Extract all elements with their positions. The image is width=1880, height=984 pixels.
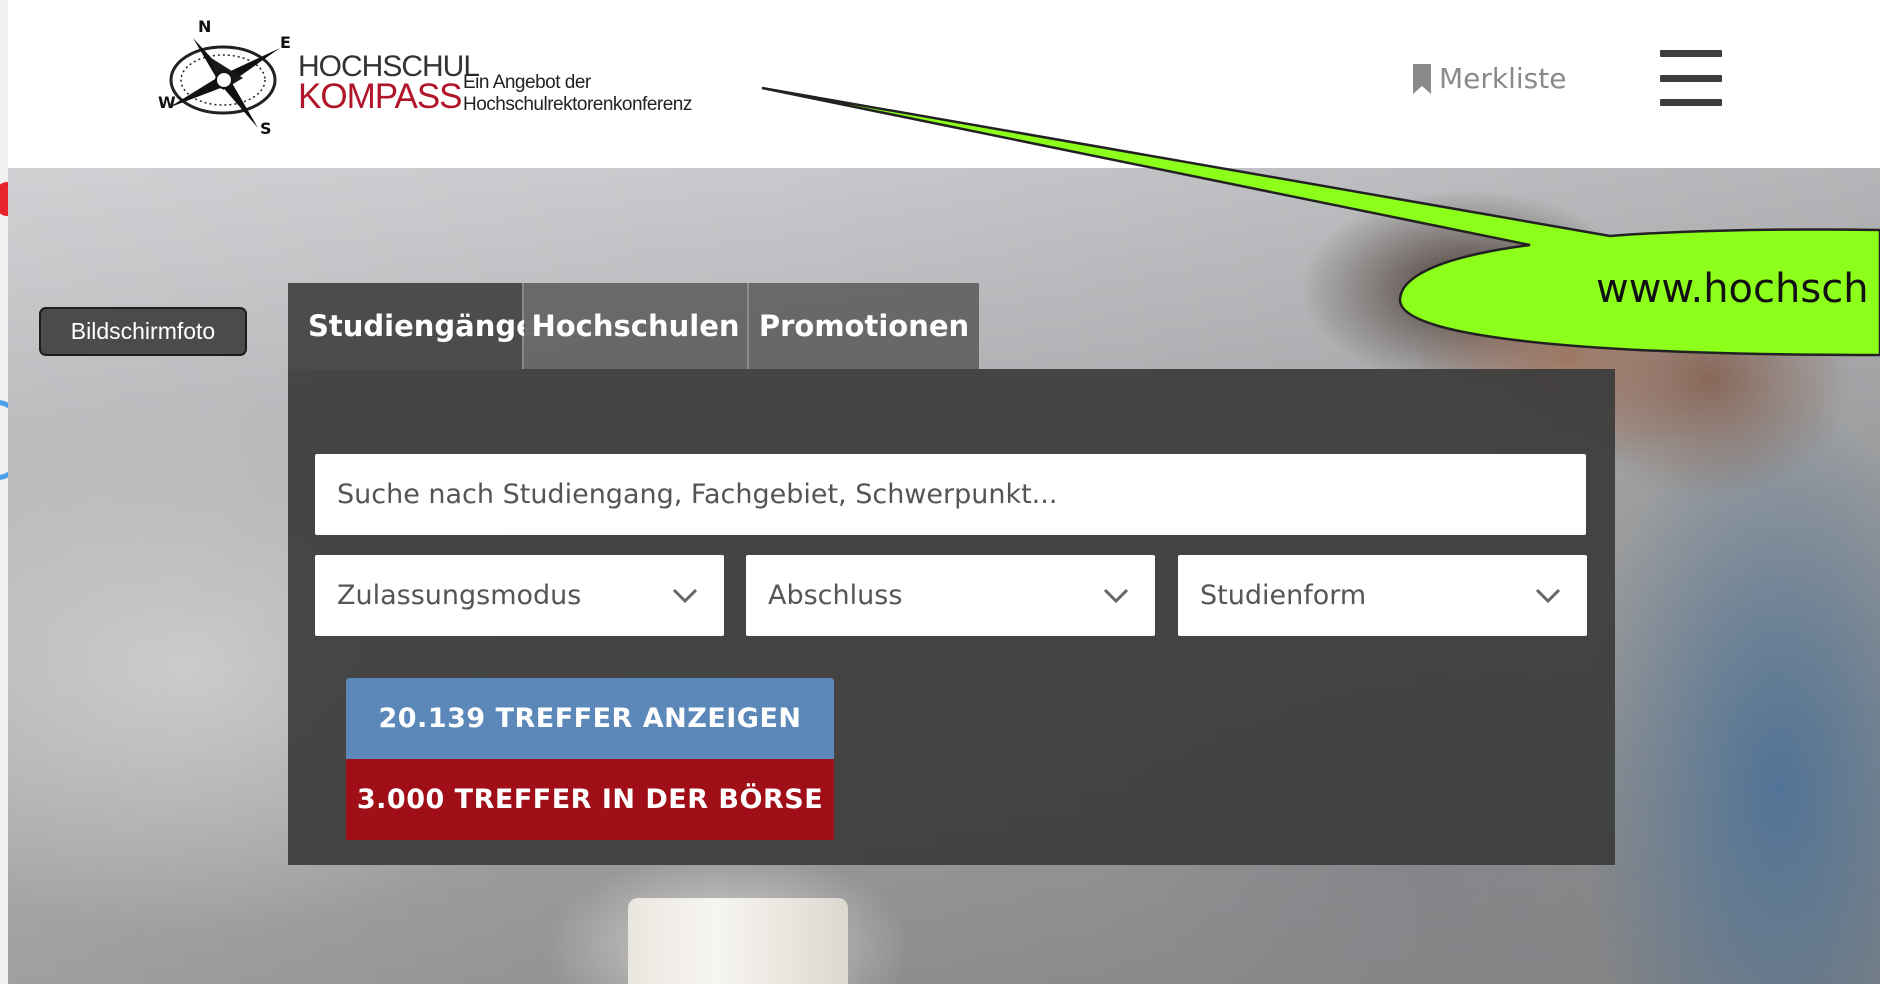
hamburger-bar [1660,50,1722,57]
page: N E S W HOCHSCHUL KOMPASS Ein Angebot de… [0,0,1880,984]
screenshot-tooltip: Bildschirmfoto [39,307,247,356]
search-panel: Suche nach Studiengang, Fachgebiet, Schw… [288,369,1615,865]
hochschulkompass-logo[interactable]: N E S W HOCHSCHUL KOMPASS [148,17,480,138]
select-label: Zulassungsmodus [337,580,582,611]
abschluss-select[interactable]: Abschluss [746,555,1155,636]
tagline-line-1: Ein Angebot der [463,72,591,93]
tab-promotionen[interactable]: Promotionen [749,283,979,369]
hamburger-icon[interactable] [1660,50,1722,106]
logo-wordmark: HOCHSCHUL KOMPASS [298,52,480,116]
bookmark-icon [1413,63,1431,94]
compass-letter-e: E [280,33,291,52]
show-results-button[interactable]: 20.139 TREFFER ANZEIGEN [346,678,834,759]
merkliste-label: Merkliste [1439,62,1567,95]
chevron-down-icon [672,588,698,603]
site-header: N E S W HOCHSCHUL KOMPASS Ein Angebot de… [8,0,1880,168]
merkliste-link[interactable]: Merkliste [1413,62,1566,95]
zulassungsmodus-select[interactable]: Zulassungsmodus [315,555,724,636]
compass-icon: N E S W [158,17,291,138]
tagline-line-2: Hochschulrektorenkonferenz [463,94,692,115]
select-label: Abschluss [768,580,903,611]
studienform-select[interactable]: Studienform [1178,555,1587,636]
adjacent-window-edge [0,0,26,984]
callout-text: www.hochsch [1596,266,1869,312]
tab-hochschulen[interactable]: Hochschulen [524,283,749,369]
compass-letter-w: W [158,93,176,112]
chevron-down-icon [1535,588,1561,603]
compass-letter-n: N [198,18,211,36]
search-tabs: Studiengänge Hochschulen Promotionen [288,283,979,369]
chevron-down-icon [1103,588,1129,603]
hamburger-bar [1660,99,1722,106]
tagline: Ein Angebot der Hochschulrektorenkonfere… [463,72,692,116]
search-input[interactable]: Suche nach Studiengang, Fachgebiet, Schw… [315,454,1586,535]
tab-studiengaenge[interactable]: Studiengänge [288,283,536,369]
logo-line-kompass: KOMPASS [298,77,463,116]
hamburger-bar [1660,74,1722,82]
coffee-mug [628,898,848,984]
compass-letter-s: S [260,119,272,138]
boerse-results-button[interactable]: 3.000 TREFFER IN DER BÖRSE [346,759,834,840]
select-label: Studienform [1200,580,1367,611]
